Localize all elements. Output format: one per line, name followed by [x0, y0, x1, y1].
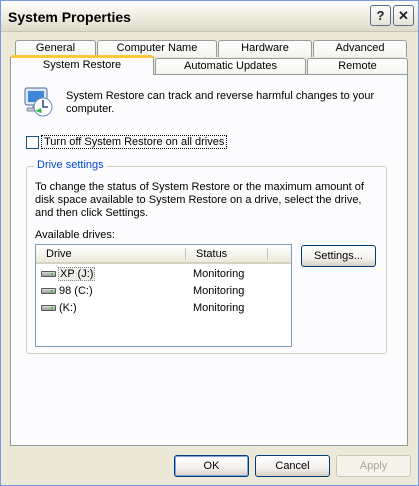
- list-header: Drive Status: [36, 245, 291, 264]
- intro-text: System Restore can track and reverse har…: [66, 90, 375, 115]
- tab-automatic-updates[interactable]: Automatic Updates: [155, 58, 306, 75]
- drive-settings-description: To change the status of System Restore o…: [35, 181, 364, 219]
- hard-drive-icon: [41, 305, 56, 311]
- tab-remote[interactable]: Remote: [307, 58, 408, 75]
- list-item[interactable]: (K:) Monitoring: [36, 300, 291, 316]
- hard-drive-icon: [41, 288, 56, 294]
- drive-status: Monitoring: [193, 285, 245, 297]
- apply-button[interactable]: Apply: [336, 455, 411, 477]
- column-separator[interactable]: [185, 248, 186, 260]
- available-drives-label: Available drives:: [35, 229, 115, 241]
- drive-name: (K:): [59, 302, 77, 314]
- drive-status: Monitoring: [193, 268, 245, 280]
- list-item[interactable]: XP (J:) Monitoring: [36, 266, 291, 282]
- drive-settings-title: Drive settings: [34, 159, 107, 171]
- drive-name: 98 (C:): [59, 285, 93, 297]
- drive-name: XP (J:): [58, 267, 96, 281]
- title-bar[interactable]: System Properties ? ✕: [1, 1, 418, 32]
- close-button[interactable]: ✕: [393, 5, 414, 26]
- drive-status: Monitoring: [193, 302, 245, 314]
- tab-system-restore[interactable]: System Restore: [10, 55, 154, 75]
- turn-off-system-restore-label[interactable]: Turn off System Restore on all drives: [41, 135, 228, 149]
- tab-hardware[interactable]: Hardware: [218, 40, 312, 57]
- ok-button[interactable]: OK: [174, 455, 249, 477]
- drives-list[interactable]: Drive Status XP (J:) Monitoring 98 (C:) …: [35, 244, 292, 347]
- column-separator[interactable]: [267, 248, 268, 260]
- tab-advanced[interactable]: Advanced: [313, 40, 407, 57]
- window-title: System Properties: [8, 9, 131, 25]
- column-header-drive[interactable]: Drive: [46, 248, 72, 260]
- cancel-button[interactable]: Cancel: [255, 455, 330, 477]
- settings-button[interactable]: Settings...: [301, 245, 376, 267]
- system-restore-icon: [24, 87, 53, 117]
- system-properties-window: System Properties ? ✕ General Computer N…: [0, 0, 419, 486]
- column-header-status[interactable]: Status: [196, 248, 227, 260]
- help-button[interactable]: ?: [370, 5, 391, 26]
- list-item[interactable]: 98 (C:) Monitoring: [36, 283, 291, 299]
- turn-off-system-restore-checkbox[interactable]: [26, 136, 39, 149]
- hard-drive-icon: [41, 271, 56, 277]
